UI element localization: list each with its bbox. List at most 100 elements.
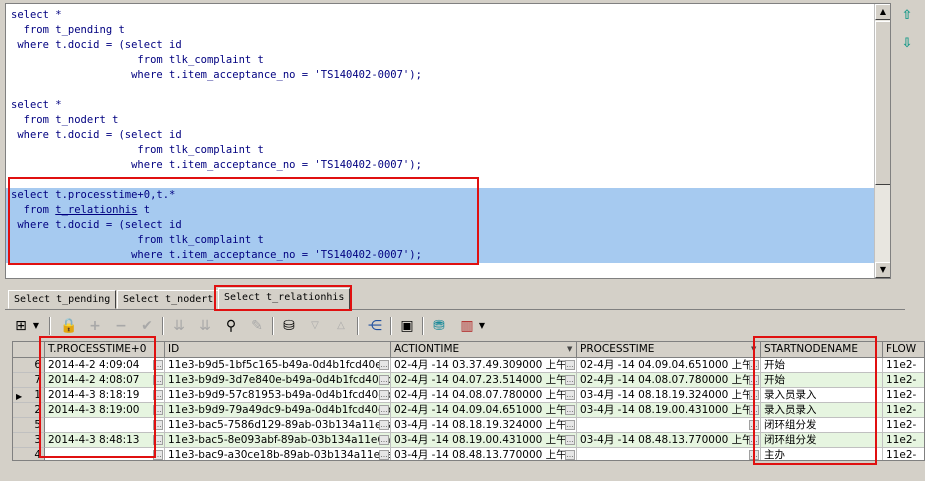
sort-asc-icon[interactable]: △ — [331, 316, 351, 336]
arrow-down-icon[interactable]: ⇩ — [899, 36, 915, 52]
cell-editor-button[interactable]: … — [153, 360, 163, 370]
clear-icon[interactable]: ✎ — [247, 316, 267, 336]
cell-editor-button[interactable]: … — [153, 435, 163, 445]
table-cell[interactable]: 03-4月 -14 08.19.00.431000 上午 — [391, 433, 577, 448]
table-cell[interactable]: 03-4月 -14 08.48.13.770000 上午 — [391, 448, 577, 460]
sql-editor-text[interactable]: select * from t_pending t where t.docid … — [6, 4, 876, 278]
table-cell[interactable]: 11e2- — [883, 418, 924, 433]
cell-editor-button[interactable]: … — [379, 375, 389, 385]
cell-editor-button[interactable]: … — [565, 375, 575, 385]
table-cell[interactable]: 开始 — [761, 373, 883, 388]
table-cell[interactable]: 闭环组分发 — [761, 433, 883, 448]
table-cell[interactable]: 主办 — [761, 448, 883, 460]
table-cell[interactable]: 2014-4-2 4:08:07 — [45, 373, 165, 388]
cell-editor-button[interactable]: … — [565, 420, 575, 430]
table-row[interactable]: 72014-4-2 4:08:07▼11e3-b9d9-3d7e840e-b49… — [13, 373, 924, 388]
table-cell[interactable]: 11e3-b9d9-3d7e840e-b49a-0d4b1fcd40eb — [165, 373, 391, 388]
cell-editor-button[interactable]: … — [749, 435, 759, 445]
table-cell[interactable]: 11e2- — [883, 403, 924, 418]
post-edit-icon[interactable]: ✔ — [137, 316, 157, 336]
table-cell[interactable]: 11e2- — [883, 448, 924, 460]
cell-editor-button[interactable]: … — [379, 405, 389, 415]
scroll-thumb[interactable] — [875, 21, 890, 185]
table-cell[interactable]: 11e2- — [883, 358, 924, 373]
chevron-down-icon[interactable]: ▼ — [31, 316, 41, 336]
cell-editor-button[interactable]: … — [565, 360, 575, 370]
table-cell[interactable]: 闭环组分发 — [761, 418, 883, 433]
column-header[interactable]: T.PROCESSTIME+0 — [45, 342, 165, 358]
cell-editor-button[interactable]: … — [379, 360, 389, 370]
table-cell[interactable]: 11e3-bac9-a30ce18b-89ab-03b134a11e6a — [165, 448, 391, 460]
cell-editor-button[interactable]: … — [379, 450, 389, 460]
column-header[interactable]: FLOW — [883, 342, 924, 358]
table-cell[interactable]: 录入员录入 — [761, 403, 883, 418]
table-cell[interactable]: 03-4月 -14 08.19.00.431000 上午 — [577, 403, 761, 418]
table-cell[interactable]: 11e3-b9d5-1bf5c165-b49a-0d4b1fcd40eb — [165, 358, 391, 373]
cell-editor-button[interactable]: … — [153, 420, 163, 430]
table-cell[interactable] — [45, 448, 165, 460]
cell-editor-button[interactable]: … — [749, 420, 759, 430]
scroll-down-button[interactable]: ▼ — [875, 262, 890, 278]
cell-editor-button[interactable]: … — [749, 360, 759, 370]
table-row[interactable]: 1▶2014-4-3 8:18:19▼11e3-b9d9-57c81953-b4… — [13, 388, 924, 403]
table-row[interactable]: 4▼11e3-bac9-a30ce18b-89ab-03b134a11e6a…0… — [13, 448, 924, 460]
tab-relationhis[interactable]: Select t_relationhis — [218, 288, 351, 310]
find-icon[interactable]: ⚲ — [221, 316, 241, 336]
chevron-down-icon[interactable]: ▼ — [751, 345, 756, 353]
cell-editor-button[interactable]: … — [153, 450, 163, 460]
cell-editor-button[interactable]: … — [565, 450, 575, 460]
table-cell[interactable]: 03-4月 -14 08.18.19.324000 上午 — [577, 388, 761, 403]
table-cell[interactable] — [577, 448, 761, 460]
cell-editor-button[interactable]: … — [749, 405, 759, 415]
cell-editor-button[interactable]: … — [749, 450, 759, 460]
table-cell[interactable]: 11e3-bac5-8e093abf-89ab-03b134a11e6a — [165, 433, 391, 448]
tab-pending[interactable]: Select t_pending — [8, 290, 117, 309]
table-cell[interactable]: 03-4月 -14 08.48.13.770000 上午 — [577, 433, 761, 448]
chart-icon[interactable]: ▥ — [457, 316, 477, 336]
table-cell[interactable]: 2014-4-2 4:09:04 — [45, 358, 165, 373]
table-cell[interactable]: 02-4月 -14 04.08.07.780000 上午 — [577, 373, 761, 388]
cell-editor-button[interactable]: … — [379, 435, 389, 445]
table-cell[interactable] — [577, 418, 761, 433]
table-cell[interactable]: 11e3-bac5-7586d129-89ab-03b134a11e6a — [165, 418, 391, 433]
table-cell[interactable]: 录入员录入 — [761, 388, 883, 403]
table-cell[interactable]: 11e2- — [883, 373, 924, 388]
cell-editor-button[interactable]: … — [379, 420, 389, 430]
table-cell[interactable]: 2014-4-3 8:19:00 — [45, 403, 165, 418]
table-cell[interactable]: 11e3-b9d9-57c81953-b49a-0d4b1fcd40eb — [165, 388, 391, 403]
table-cell[interactable]: 02-4月 -14 04.09.04.651000 上午 — [577, 358, 761, 373]
cell-editor-button[interactable]: … — [153, 405, 163, 415]
delete-record-icon[interactable]: − — [111, 316, 131, 336]
cell-editor-button[interactable]: … — [153, 390, 163, 400]
table-cell[interactable]: 11e3-b9d9-79a49dc9-b49a-0d4b1fcd40eb — [165, 403, 391, 418]
result-grid[interactable]: T.PROCESSTIME+0 ID ACTIONTIME PROCESSTIM… — [12, 341, 925, 461]
table-cell[interactable]: 02-4月 -14 03.37.49.309000 上午 — [391, 358, 577, 373]
lock-icon[interactable]: 🔒 — [59, 316, 79, 336]
table-cell[interactable]: 02-4月 -14 04.09.04.651000 上午 — [391, 403, 577, 418]
table-cell[interactable]: 开始 — [761, 358, 883, 373]
column-header[interactable]: ACTIONTIME — [391, 342, 577, 358]
tree-icon[interactable]: ⋲ — [365, 316, 385, 336]
cell-editor-button[interactable]: … — [153, 375, 163, 385]
table-cell[interactable]: 02-4月 -14 04.08.07.780000 上午 — [391, 388, 577, 403]
sql-editor[interactable]: select * from t_pending t where t.docid … — [5, 3, 891, 279]
cell-editor-button[interactable]: … — [565, 435, 575, 445]
table-cell[interactable]: 03-4月 -14 08.18.19.324000 上午 — [391, 418, 577, 433]
table-cell[interactable]: 11e2- — [883, 433, 924, 448]
table-cell[interactable]: 2014-4-3 8:18:19 — [45, 388, 165, 403]
export-icon[interactable]: ⛁ — [279, 316, 299, 336]
table-row[interactable]: 62014-4-2 4:09:04▼11e3-b9d5-1bf5c165-b49… — [13, 358, 924, 373]
add-record-icon[interactable]: + — [85, 316, 105, 336]
cell-editor-button[interactable]: … — [565, 390, 575, 400]
table-row[interactable]: 32014-4-3 8:48:13▼11e3-bac5-8e093abf-89a… — [13, 433, 924, 448]
cell-editor-button[interactable]: … — [565, 405, 575, 415]
table-row[interactable]: 22014-4-3 8:19:00▼11e3-b9d9-79a49dc9-b49… — [13, 403, 924, 418]
tab-nodert[interactable]: Select t_nodert — [117, 290, 220, 309]
filter-down-icon[interactable]: ⇊ — [169, 316, 189, 336]
table-cell[interactable]: 02-4月 -14 04.07.23.514000 上午 — [391, 373, 577, 388]
editor-scrollbar[interactable]: ▲ ▼ — [874, 4, 890, 278]
table-row[interactable]: 5▼11e3-bac5-7586d129-89ab-03b134a11e6a…0… — [13, 418, 924, 433]
chevron-down-icon[interactable]: ▼ — [567, 345, 572, 353]
table-cell[interactable]: 2014-4-3 8:48:13 — [45, 433, 165, 448]
save-icon[interactable]: ▣ — [397, 316, 417, 336]
